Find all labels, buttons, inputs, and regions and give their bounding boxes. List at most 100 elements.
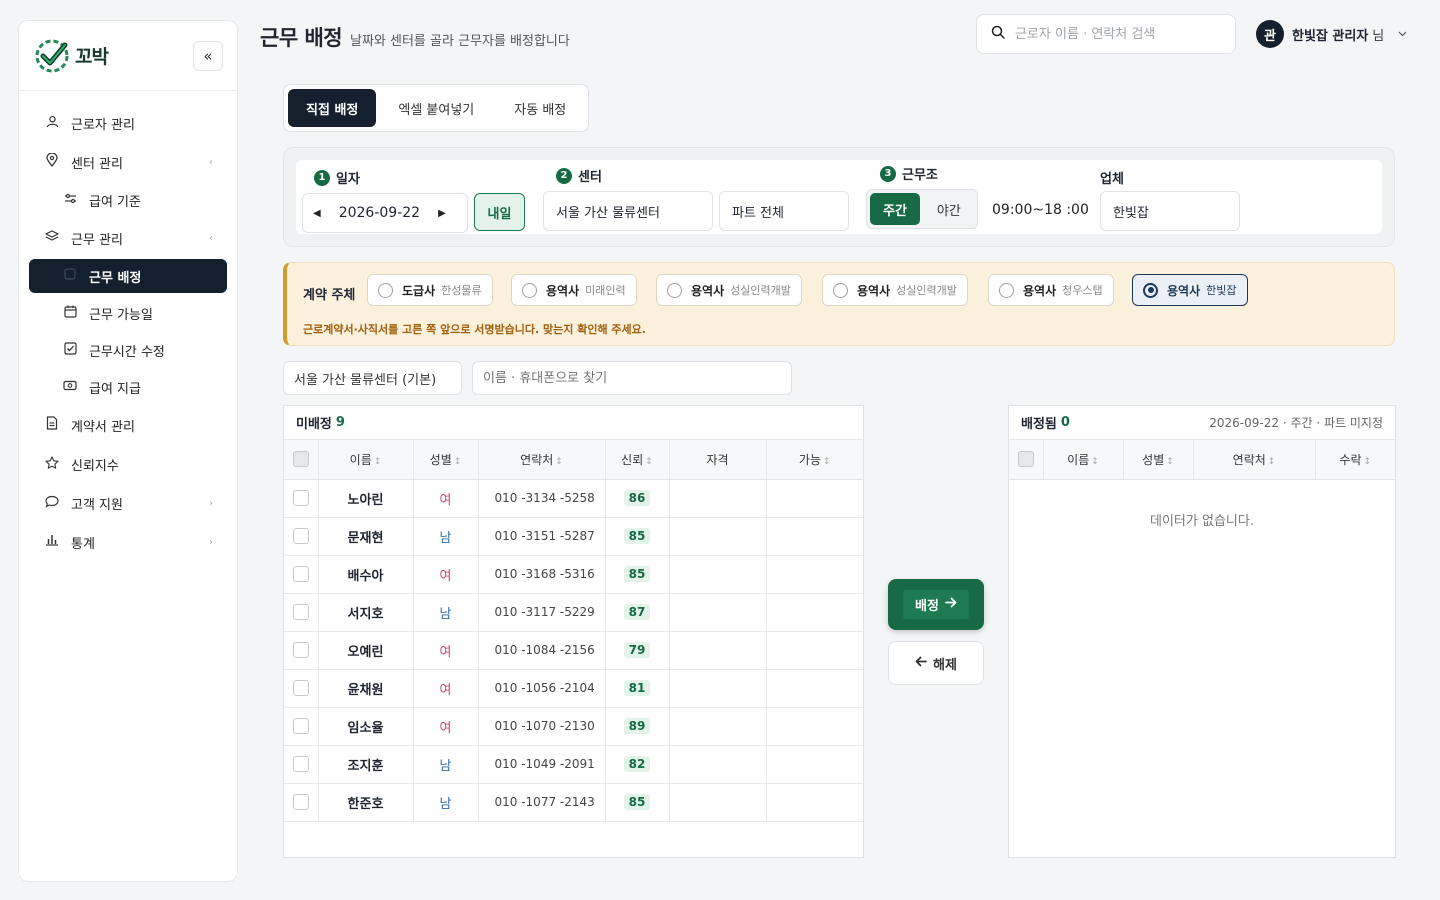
contract-company: 성실인력개발 xyxy=(896,284,957,297)
row-checkbox[interactable] xyxy=(292,566,309,582)
page-title: 근무 배정 xyxy=(260,26,343,50)
row-checkbox[interactable] xyxy=(292,528,309,544)
qualification-cell xyxy=(669,479,767,518)
sidebar-item-pay-standards[interactable]: 급여 기준 xyxy=(29,183,227,217)
contract-party-panel: 계약 주체 도급사 한성물류 용역사 미래인력 용역사 성실인력개발 용역사 성… xyxy=(283,262,1395,346)
shift-night-option[interactable]: 야간 xyxy=(924,193,974,225)
availability-cell xyxy=(766,669,863,708)
sidebar-item-worktime-edit[interactable]: 근무시간 수정 xyxy=(29,333,227,367)
table-row[interactable]: 윤채원 여 010 -1056 -2104 81 xyxy=(284,669,863,708)
column-label: 신뢰 xyxy=(621,452,644,467)
worker-phone: 010 -3134 -5258 xyxy=(478,479,606,518)
worker-phone: 010 -3117 -5229 xyxy=(478,593,606,632)
qualification-cell xyxy=(669,707,767,746)
logo-check-icon xyxy=(33,37,71,75)
column-header[interactable]: 연락처 ↕ xyxy=(478,440,606,480)
tab-excel-paste[interactable]: 엑셀 붙여넣기 xyxy=(380,89,492,127)
sidebar-item-stats[interactable]: 통계 › xyxy=(29,524,227,560)
search-input[interactable] xyxy=(1015,26,1215,42)
name-search-input[interactable] xyxy=(483,370,781,386)
table-row[interactable]: 조지훈 남 010 -1049 -2091 82 xyxy=(284,745,863,784)
table-row[interactable]: 한준호 남 010 -1077 -2143 85 xyxy=(284,783,863,822)
sidebar-item-availability[interactable]: 근무 가능일 xyxy=(29,296,227,330)
table-row[interactable]: 노아린 여 010 -3134 -5258 86 xyxy=(284,479,863,518)
sidebar-item-workers[interactable]: 근로자 관리 xyxy=(29,105,227,141)
column-header[interactable]: 성별 ↕ xyxy=(1123,440,1194,480)
table-row[interactable]: 임소율 여 010 -1070 -2130 89 xyxy=(284,707,863,746)
sidebar-item-contracts[interactable]: 계약서 관리 xyxy=(29,407,227,443)
sidebar-item-label: 계약서 관리 xyxy=(71,419,135,435)
row-checkbox[interactable] xyxy=(292,756,309,772)
sidebar-item-work[interactable]: 근무 관리 ‹ xyxy=(29,220,227,256)
contract-company: 한성물류 xyxy=(441,284,482,297)
contract-option[interactable]: 용역사 성실인력개발 xyxy=(822,274,968,306)
sidebar-item-trust[interactable]: 신뢰지수 xyxy=(29,446,227,482)
sidebar-item-centers[interactable]: 센터 관리 ‹ xyxy=(29,144,227,180)
column-header[interactable]: 가능 ↕ xyxy=(766,440,863,480)
trust-badge: 85 xyxy=(623,528,651,544)
row-checkbox[interactable] xyxy=(292,794,309,810)
tab-direct-assign[interactable]: 직접 배정 xyxy=(288,89,377,127)
contract-option[interactable]: 용역사 청우스탭 xyxy=(988,274,1114,306)
qualification-cell xyxy=(669,783,767,822)
table-row[interactable]: 배수아 여 010 -3168 -5316 85 xyxy=(284,555,863,594)
worker-gender: 남 xyxy=(413,745,479,784)
tab-auto-assign[interactable]: 자동 배정 xyxy=(496,89,584,127)
availability-cell xyxy=(766,631,863,670)
column-header[interactable]: 수락 ↕ xyxy=(1315,440,1395,480)
radio-icon xyxy=(378,282,393,298)
sliders-icon xyxy=(61,192,79,208)
row-checkbox[interactable] xyxy=(292,604,309,620)
sidebar-item-work-assign[interactable]: 근무 배정 xyxy=(29,259,227,293)
collapse-sidebar-button[interactable]: « xyxy=(193,40,223,71)
column-header[interactable]: 연락처 ↕ xyxy=(1193,440,1316,480)
column-label: 성별 xyxy=(429,452,452,467)
assign-icon xyxy=(61,268,79,284)
center-label: 2 센터 xyxy=(556,166,602,185)
availability-cell xyxy=(766,479,863,518)
table-row[interactable]: 문재현 남 010 -3151 -5287 85 xyxy=(284,517,863,556)
prev-date-icon[interactable]: ◀ xyxy=(313,208,321,219)
tomorrow-button[interactable]: 내일 xyxy=(474,193,525,231)
assign-button[interactable]: 배정 xyxy=(888,579,984,630)
contract-option[interactable]: 도급사 한성물류 xyxy=(367,274,493,306)
column-header[interactable]: 성별 ↕ xyxy=(413,440,479,480)
user-menu[interactable]: 관 한빛잡 관리자 님 xyxy=(1256,20,1407,48)
select-all-checkbox[interactable] xyxy=(292,451,309,468)
worker-phone: 010 -3151 -5287 xyxy=(478,517,606,556)
part-select[interactable]: 파트 전체 xyxy=(719,191,849,231)
contract-type: 용역사 xyxy=(546,283,580,298)
next-date-icon[interactable]: ▶ xyxy=(438,208,446,219)
center-filter-select[interactable]: 서울 가산 물류센터 (기본) xyxy=(283,361,462,395)
company-select[interactable]: 한빛잡 xyxy=(1100,191,1240,231)
column-header[interactable]: 신뢰 ↕ xyxy=(605,440,670,480)
worker-phone: 010 -1070 -2130 xyxy=(478,707,606,746)
table-row[interactable]: 서지호 남 010 -3117 -5229 87 xyxy=(284,593,863,632)
sidebar-item-support[interactable]: 고객 지원 › xyxy=(29,485,227,521)
logo[interactable]: 꼬박 xyxy=(33,37,109,75)
row-checkbox[interactable] xyxy=(292,718,309,734)
center-select[interactable]: 서울 가산 물류센터 xyxy=(543,191,713,231)
unassigned-panel: 미배정 9 이름 ↕ 성별 ↕ 연락처 ↕ 신뢰 ↕ 자격 가능 ↕ 노아린 여 010 … xyxy=(283,405,864,858)
row-checkbox[interactable] xyxy=(292,642,309,658)
sidebar: 꼬박 « 근로자 관리 센터 관리 ‹ 급여 기준 근무 관리 ‹ 근무 배정 … xyxy=(18,20,238,882)
release-label: 해제 xyxy=(933,657,957,673)
row-checkbox[interactable] xyxy=(292,680,309,696)
brand-header: 꼬박 « xyxy=(19,21,237,91)
sidebar-item-pay[interactable]: 급여 지급 xyxy=(29,370,227,404)
sidebar-item-label: 고객 지원 xyxy=(71,497,123,513)
date-value[interactable]: 2026-09-22 xyxy=(339,205,420,221)
contract-option-selected[interactable]: 용역사 한빛잡 xyxy=(1132,274,1248,306)
column-header[interactable]: 이름 ↕ xyxy=(318,440,414,480)
row-checkbox[interactable] xyxy=(292,490,309,506)
release-button[interactable]: 해제 xyxy=(888,641,984,685)
worker-name: 한준호 xyxy=(318,783,414,822)
select-all-checkbox[interactable] xyxy=(1017,451,1034,468)
contract-option[interactable]: 용역사 미래인력 xyxy=(511,274,637,306)
shift-day-option[interactable]: 주간 xyxy=(870,193,920,225)
assigned-table: 이름 ↕ 성별 ↕ 연락처 ↕ 수락 ↕ xyxy=(1009,440,1395,480)
table-row[interactable]: 오예린 여 010 -1084 -2156 79 xyxy=(284,631,863,670)
contract-option[interactable]: 용역사 성실인력개발 xyxy=(656,274,802,306)
column-header[interactable]: 이름 ↕ xyxy=(1043,440,1124,480)
radio-selected-icon xyxy=(1143,282,1158,298)
